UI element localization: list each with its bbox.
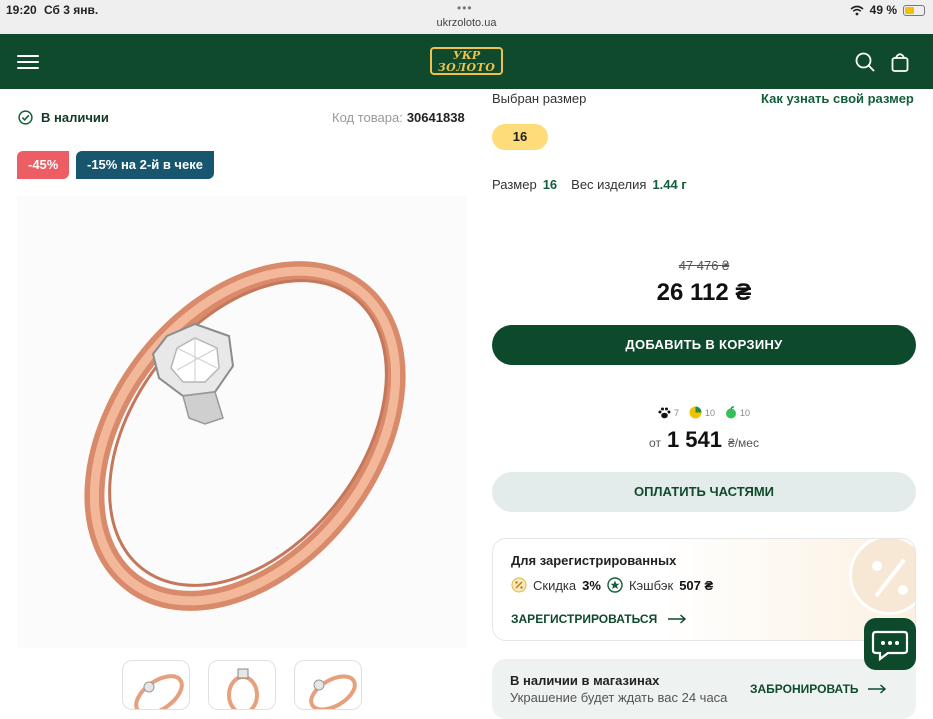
store-title: В наличии в магазинах: [510, 673, 660, 688]
browser-menu-dots[interactable]: •••: [457, 1, 473, 15]
percent-icon: [872, 558, 908, 598]
size-spec-label: Размер: [492, 177, 537, 192]
address-bar-url[interactable]: ukrzoloto.ua: [0, 17, 933, 29]
reserve-link-label: ЗАБРОНИРОВАТЬ: [750, 682, 859, 696]
status-date: Сб 3 янв.: [44, 3, 99, 17]
weight-spec-label: Вес изделия: [571, 177, 647, 192]
thumbnail-1[interactable]: [122, 660, 190, 710]
thumbnail-3[interactable]: [294, 660, 362, 710]
arrow-right-icon: [668, 614, 687, 624]
register-link[interactable]: ЗАРЕГИСТРИРОВАТЬСЯ: [511, 612, 687, 626]
status-bar: 19:20 Сб 3 янв. ••• ukrzoloto.ua 49 %: [0, 0, 933, 34]
logo-line-2: ЗОЛОТО: [437, 61, 496, 74]
discount-badge: -45%: [17, 151, 70, 179]
site-header: УКР ЗОЛОТО: [0, 34, 933, 89]
register-link-label: ЗАРЕГИСТРИРОВАТЬСЯ: [511, 612, 658, 626]
shopping-bag-icon[interactable]: [889, 51, 911, 73]
installment-prefix: от: [649, 436, 661, 450]
registered-users-card: Для зарегистрированных Скидка 3% Кэшбэк …: [492, 538, 916, 641]
size-guide-link[interactable]: Как узнать свой размер: [761, 91, 914, 106]
ring-illustration: [84, 261, 406, 611]
installment-amount: от 1 541 ₴/мес: [492, 427, 916, 453]
installment-value: 1 541: [666, 427, 723, 452]
installment-partners: 7 10 10: [492, 406, 916, 419]
discount-label: Скидка: [533, 577, 577, 593]
wifi-icon: [850, 5, 864, 15]
status-time: 19:20: [6, 3, 37, 17]
store-availability-card: В наличии в магазинах Украшение будет жд…: [492, 659, 916, 719]
partner-pie: 10: [689, 406, 715, 419]
thumbnail-2[interactable]: [208, 660, 276, 710]
pay-in-parts-button[interactable]: ОПЛАТИТЬ ЧАСТЯМИ: [492, 472, 916, 512]
discount-value: 3%: [582, 577, 601, 593]
reserve-link[interactable]: ЗАБРОНИРОВАТЬ: [750, 682, 887, 696]
cashback-star-icon: [607, 577, 623, 593]
current-price: 26 112 ₴: [656, 279, 752, 306]
menu-icon[interactable]: [17, 55, 39, 69]
pie-icon: [689, 406, 702, 419]
availability-status: В наличии: [18, 110, 109, 125]
sku-value: 30641838: [406, 110, 465, 125]
thumbnail-ring-icon: [134, 674, 184, 709]
sku-label: Код товара:: [332, 110, 403, 125]
size-option-selected[interactable]: 16: [492, 124, 548, 150]
promo-badge: -15% на 2-й в чеке: [76, 151, 214, 179]
partner-paw: 7: [658, 406, 679, 419]
apple-icon: [726, 406, 736, 419]
product-sku: Код товара: 30641838: [332, 110, 465, 125]
partner-apple: 10: [725, 406, 750, 419]
battery-icon: [903, 4, 925, 16]
partner-pie-count: 10: [704, 407, 715, 418]
add-to-cart-button[interactable]: ДОБАВИТЬ В КОРЗИНУ: [492, 325, 916, 365]
paw-icon: [658, 407, 671, 418]
discount-icon: [511, 577, 527, 593]
cashback-value: 507 ₴: [679, 577, 714, 593]
chat-button[interactable]: [864, 618, 916, 670]
search-icon[interactable]: [854, 51, 876, 73]
store-subtitle: Украшение будет ждать вас 24 часа: [510, 690, 728, 705]
check-circle-icon: [18, 110, 33, 125]
availability-text: В наличии: [41, 110, 109, 125]
product-image[interactable]: [17, 196, 467, 648]
size-spec-value: 16: [542, 177, 558, 192]
thumbnail-ring-side-icon: [309, 674, 357, 709]
thumbnail-ring-front-icon: [227, 668, 259, 709]
partner-apple-count: 10: [740, 407, 751, 418]
registered-benefits: Скидка 3% Кэшбэк 507 ₴: [511, 577, 713, 593]
weight-spec-value: 1.44 г: [652, 177, 687, 192]
product-specs: Размер 16 Вес изделия 1.44 г: [492, 177, 701, 192]
selected-size-label: Выбран размер: [492, 91, 587, 106]
cashback-label: Кэшбэк: [628, 577, 674, 593]
partner-paw-count: 7: [673, 407, 679, 418]
site-logo[interactable]: УКР ЗОЛОТО: [430, 47, 503, 75]
arrow-right-icon: [867, 684, 886, 694]
old-price: 47 476 ₴: [678, 258, 730, 273]
battery-percent: 49 %: [869, 3, 897, 17]
installment-suffix: ₴/мес: [728, 436, 759, 450]
percent-decoration: [849, 539, 915, 615]
registered-title: Для зарегистрированных: [511, 553, 677, 568]
chat-bubble-icon: [871, 630, 909, 662]
